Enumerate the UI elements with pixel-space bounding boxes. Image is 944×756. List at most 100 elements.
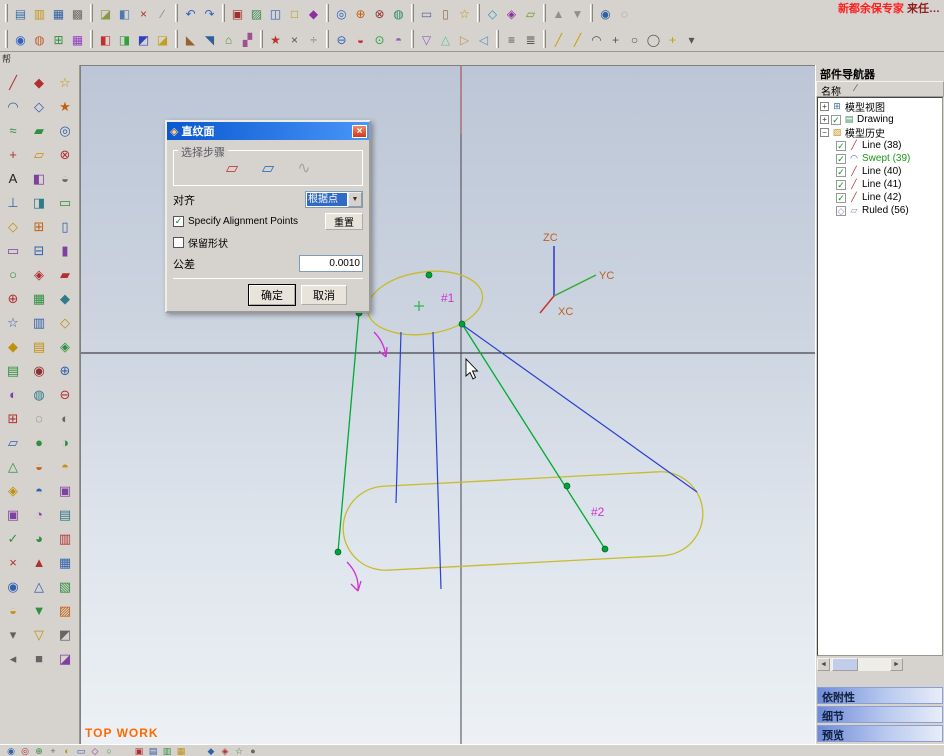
- toolbar-icon[interactable]: ▯: [436, 4, 455, 23]
- toolbar-icon[interactable]: ✓: [4, 528, 23, 547]
- toolbar-icon[interactable]: ⊞: [30, 216, 49, 235]
- toolbar-icon[interactable]: ∕: [153, 4, 172, 23]
- preserve-shape-checkbox[interactable]: [173, 237, 184, 248]
- toolbar-icon[interactable]: ★: [56, 96, 75, 115]
- toolbar-icon[interactable]: ☆: [455, 4, 474, 23]
- toolbar-icon[interactable]: ▤: [146, 745, 160, 756]
- toolbar-icon[interactable]: ◇: [483, 4, 502, 23]
- toolbar-icon[interactable]: ≡: [502, 30, 521, 49]
- navigator-column-header[interactable]: 名称 ∕: [816, 81, 944, 98]
- toolbar-icon[interactable]: ◑: [56, 432, 75, 451]
- toolbar-icon[interactable]: ◩: [56, 624, 75, 643]
- toolbar-icon[interactable]: ◒: [4, 600, 23, 619]
- toolbar-icon[interactable]: ☆: [56, 72, 75, 91]
- expander-icon[interactable]: +: [820, 102, 829, 111]
- toolbar-icon[interactable]: ◍: [30, 384, 49, 403]
- arc-tool-icon[interactable]: ◠: [587, 30, 606, 49]
- toolbar-icon[interactable]: ▼: [568, 4, 587, 23]
- toolbar-icon[interactable]: ○: [4, 264, 23, 283]
- tree-item-model-history[interactable]: − ▨ 模型历史: [820, 126, 942, 140]
- toolbar-icon[interactable]: ◧: [30, 168, 49, 187]
- toolbar-icon[interactable]: ▧: [56, 576, 75, 595]
- toolbar-icon[interactable]: ◈: [4, 480, 23, 499]
- toolbar-icon[interactable]: ◈: [56, 336, 75, 355]
- toolbar-icon[interactable]: ⊕: [56, 360, 75, 379]
- checkbox-icon[interactable]: ◇: [836, 205, 846, 216]
- toolbar-icon[interactable]: ▲: [549, 4, 568, 23]
- toolbar-icon[interactable]: ◣: [181, 30, 200, 49]
- toolbar-icon[interactable]: ×: [285, 30, 304, 49]
- toolbar-icon[interactable]: △: [436, 30, 455, 49]
- toolbar-icon[interactable]: ◓: [56, 456, 75, 475]
- point-tool-icon[interactable]: +: [4, 144, 23, 163]
- toolbar-icon[interactable]: +: [46, 745, 60, 756]
- toolbar-icon[interactable]: ☆: [4, 312, 23, 331]
- toolbar-icon[interactable]: ▤: [30, 336, 49, 355]
- toolbar-icon[interactable]: ⊙: [370, 30, 389, 49]
- toolbar-icon[interactable]: ⊞: [49, 30, 68, 49]
- toolbar-icon[interactable]: ▰: [30, 120, 49, 139]
- print-icon[interactable]: ▩: [68, 4, 87, 23]
- toolbar-icon[interactable]: ◐: [56, 408, 75, 427]
- toolbar-icon[interactable]: ▭: [74, 745, 88, 756]
- toolbar-icon[interactable]: ◆: [56, 288, 75, 307]
- toolbar-icon[interactable]: ▦: [30, 288, 49, 307]
- dialog-titlebar[interactable]: ◈ 直纹面 ×: [167, 122, 369, 140]
- toolbar-icon[interactable]: ◪: [153, 30, 172, 49]
- toolbar-icon[interactable]: ▽: [30, 624, 49, 643]
- toolbar-icon[interactable]: ◆: [4, 336, 23, 355]
- section-curve-2[interactable]: [341, 470, 705, 573]
- step-first-section-icon[interactable]: ▱: [219, 159, 245, 179]
- scroll-left-icon[interactable]: ◄: [817, 658, 830, 671]
- toolbar-icon[interactable]: ▱: [4, 432, 23, 451]
- toolbar-icon[interactable]: ⊗: [370, 4, 389, 23]
- toolbar-icon[interactable]: ▤: [56, 504, 75, 523]
- tree-item-line-41[interactable]: ✓ ╱ Line (41): [820, 178, 942, 191]
- step-second-section-icon[interactable]: ▱: [255, 159, 281, 179]
- checkbox-icon[interactable]: ✓: [836, 179, 846, 190]
- tree-item-ruled-56[interactable]: ◇ ▱ Ruled (56): [820, 204, 942, 217]
- tree-item-line-38[interactable]: ✓ ╱ Line (38): [820, 139, 942, 152]
- toolbar-icon[interactable]: ▯: [56, 216, 75, 235]
- toolbar-icon[interactable]: ●: [246, 745, 260, 756]
- toolbar-icon[interactable]: ◆: [204, 745, 218, 756]
- undo-icon[interactable]: ↶: [181, 4, 200, 23]
- toolbar-icon[interactable]: ◈: [30, 264, 49, 283]
- toolbar-icon[interactable]: ▥: [30, 312, 49, 331]
- save-icon[interactable]: ▦: [49, 4, 68, 23]
- tab-details[interactable]: 细节: [817, 706, 943, 723]
- toolbar-icon[interactable]: ▭: [417, 4, 436, 23]
- toolbar-icon[interactable]: ◥: [200, 30, 219, 49]
- toolbar-icon[interactable]: ◎: [18, 745, 32, 756]
- line-tool-icon[interactable]: ╱: [4, 72, 23, 91]
- toolbar-icon[interactable]: ▲: [30, 552, 49, 571]
- toolbar-icon[interactable]: ★: [266, 30, 285, 49]
- toolbar-icon[interactable]: ◒: [56, 168, 75, 187]
- toolbar-icon[interactable]: ▼: [30, 600, 49, 619]
- spline-tool-icon[interactable]: ≈: [4, 120, 23, 139]
- toolbar-icon[interactable]: ◐: [4, 384, 23, 403]
- checkbox-icon[interactable]: ✓: [836, 192, 846, 203]
- toolbar-icon[interactable]: ▨: [56, 600, 75, 619]
- close-icon[interactable]: ×: [352, 124, 367, 138]
- toolbar-icon[interactable]: ◍: [30, 30, 49, 49]
- toolbar-icon[interactable]: ◎: [56, 120, 75, 139]
- toolbar-icon[interactable]: ⊗: [56, 144, 75, 163]
- toolbar-icon[interactable]: ▱: [30, 144, 49, 163]
- toolbar-icon[interactable]: ▥: [160, 745, 174, 756]
- toolbar-icon[interactable]: ◫: [266, 4, 285, 23]
- toolbar-icon[interactable]: ▭: [56, 192, 75, 211]
- toolbar-icon[interactable]: ◓: [389, 30, 408, 49]
- toolbar-icon[interactable]: ⊖: [332, 30, 351, 49]
- checkbox-icon[interactable]: ✓: [836, 140, 846, 151]
- toolbar-icon[interactable]: ▾: [4, 624, 23, 643]
- toolbar-icon[interactable]: ◒: [351, 30, 370, 49]
- ok-button[interactable]: 确定: [248, 284, 296, 306]
- toolbar-icon[interactable]: ▦: [68, 30, 87, 49]
- toolbar-icon[interactable]: ◉: [11, 30, 30, 49]
- toolbar-icon[interactable]: ▰: [56, 264, 75, 283]
- toolbar-icon[interactable]: ▨: [247, 4, 266, 23]
- toolbar-icon[interactable]: ◧: [115, 4, 134, 23]
- sort-icon[interactable]: ∕: [855, 83, 857, 95]
- toolbar-icon[interactable]: ●: [30, 432, 49, 451]
